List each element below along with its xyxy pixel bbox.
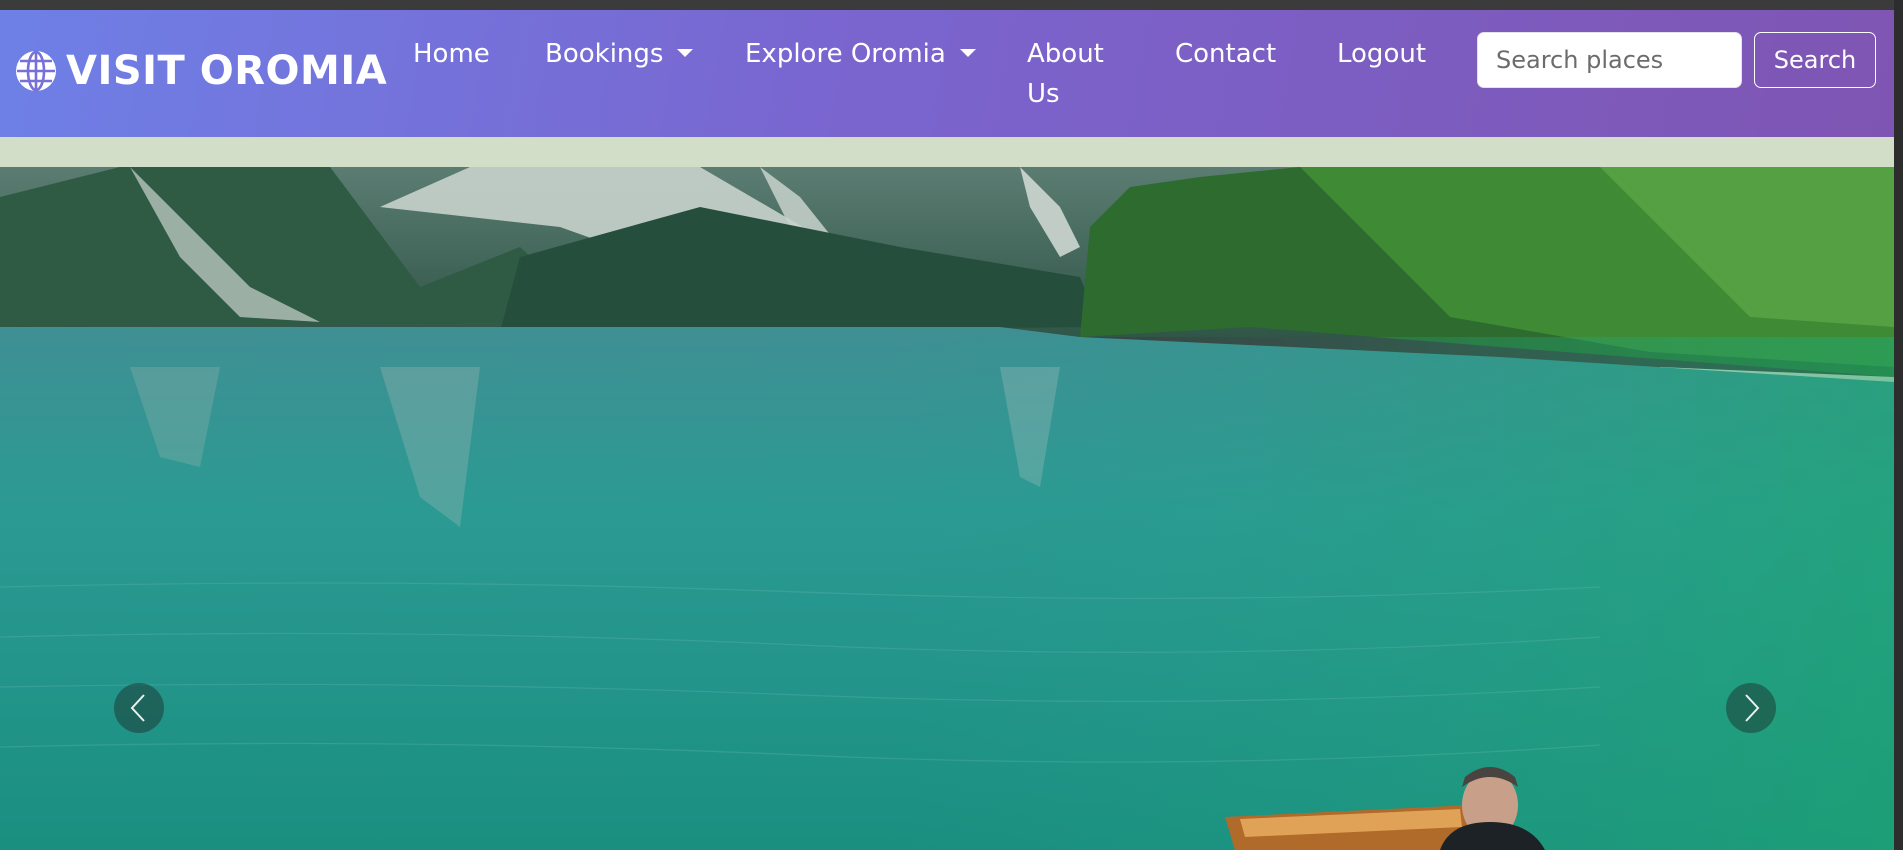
chevron-left-icon <box>130 694 145 722</box>
chevron-right-icon <box>1745 694 1760 722</box>
hero-carousel <box>0 167 1894 850</box>
hero-landscape-image <box>0 167 1894 850</box>
hero-top-band <box>0 137 1894 167</box>
browser-top-strip <box>0 0 1903 10</box>
brand-logo[interactable]: VISIT OROMIA <box>14 48 387 94</box>
nav-explore-label: Explore Oromia <box>745 39 946 69</box>
search-input[interactable] <box>1477 32 1742 88</box>
nav-bookings-label: Bookings <box>545 39 664 69</box>
nav-logout[interactable]: Logout <box>1337 34 1426 74</box>
nav-bookings-dropdown[interactable]: Bookings <box>545 34 694 74</box>
nav-contact[interactable]: Contact <box>1175 34 1276 74</box>
globe-icon <box>16 50 56 92</box>
scrollbar-track[interactable] <box>1894 0 1903 850</box>
carousel-prev-button[interactable] <box>114 683 164 733</box>
caret-down-icon <box>677 48 694 57</box>
nav-home[interactable]: Home <box>413 34 490 74</box>
search-button[interactable]: Search <box>1754 32 1876 88</box>
nav-about[interactable]: About Us <box>1027 34 1137 114</box>
brand-name: VISIT OROMIA <box>66 48 388 94</box>
caret-down-icon <box>959 48 976 57</box>
navbar: VISIT OROMIA Home Bookings Explore Oromi… <box>0 10 1894 137</box>
carousel-next-button[interactable] <box>1726 683 1776 733</box>
nav-explore-dropdown[interactable]: Explore Oromia <box>745 34 976 74</box>
